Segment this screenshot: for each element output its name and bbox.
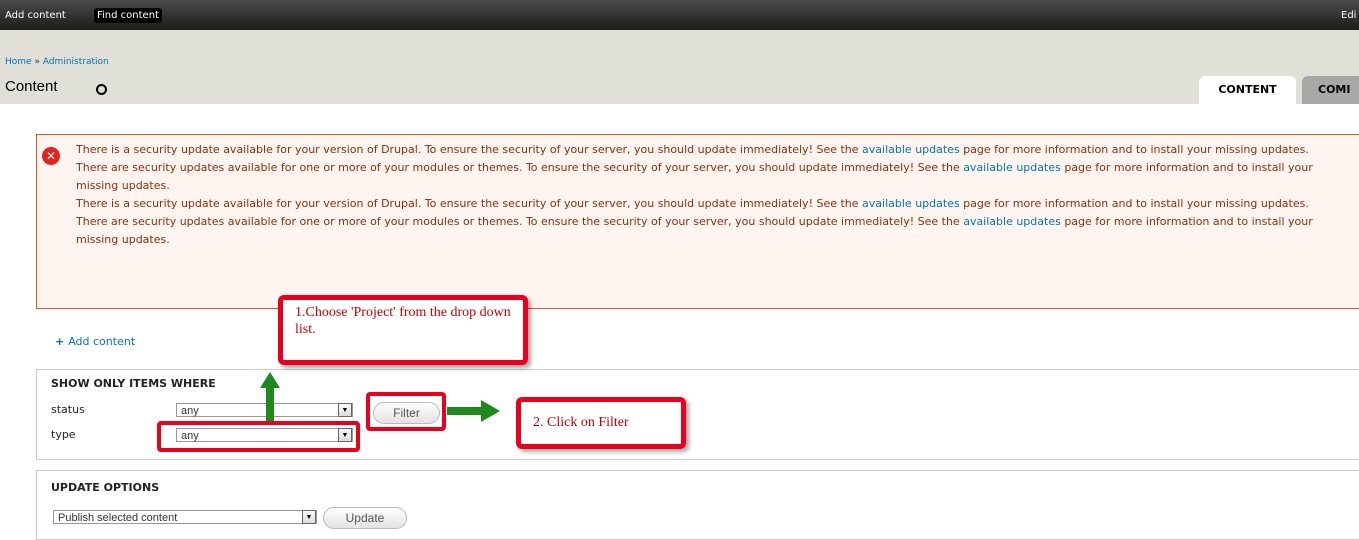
arrow-right-icon [447, 400, 500, 422]
callout-click-filter: 2. Click on Filter [516, 397, 686, 449]
arrow-up-icon [260, 372, 280, 421]
callout-choose-project: 1.Choose 'Project' from the drop down li… [278, 295, 528, 365]
annotation-arrows [260, 372, 500, 422]
